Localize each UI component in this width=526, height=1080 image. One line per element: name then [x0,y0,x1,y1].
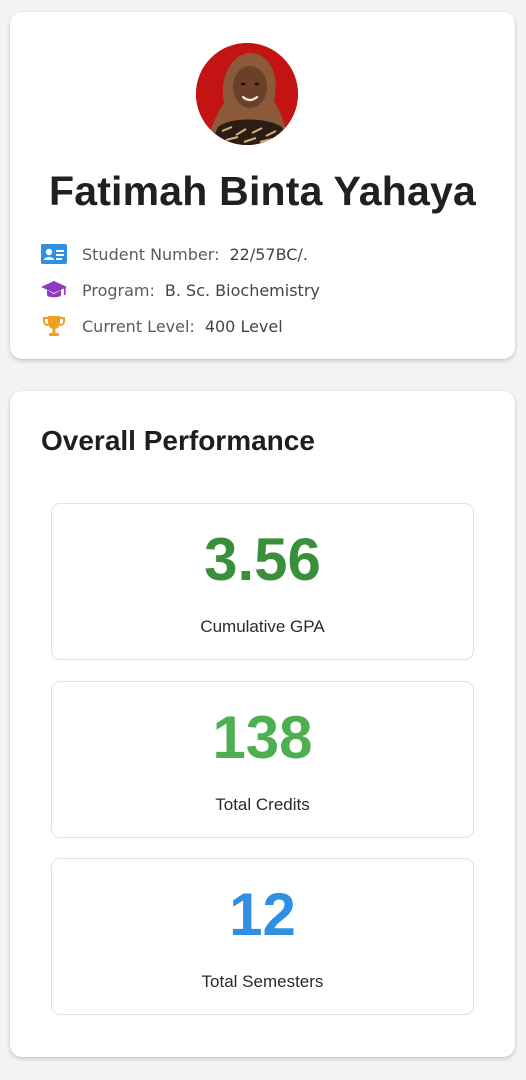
credits-value: 138 [212,704,313,771]
student-number-row: Student Number: 22/57BC/. [40,241,308,267]
avatar-photo [196,43,298,145]
current-level-value: 400 Level [204,316,283,336]
graduation-cap-icon [40,278,68,302]
current-level-label: Current Level: [82,316,195,336]
current-level-row: Current Level: 400 Level [40,313,283,339]
profile-card: Fatimah Binta Yahaya Student Number: 22/… [10,12,515,359]
student-number-label: Student Number: [82,244,220,264]
gpa-stat-card: 3.56 Cumulative GPA [51,503,474,660]
semesters-value: 12 [229,881,296,948]
gpa-label: Cumulative GPA [200,617,325,636]
program-row: Program: B. Sc. Biochemistry [40,277,320,303]
student-name: Fatimah Binta Yahaya [48,168,477,214]
program-value: B. Sc. Biochemistry [164,280,320,300]
gpa-value: 3.56 [204,526,321,593]
credits-stat-card: 138 Total Credits [51,681,474,838]
performance-title: Overall Performance [41,425,315,456]
trophy-icon [40,314,68,338]
semesters-label: Total Semesters [201,972,324,991]
semesters-stat-card: 12 Total Semesters [51,858,474,1015]
id-card-icon [40,242,68,266]
credits-label: Total Credits [215,795,310,814]
program-label: Program: [82,280,155,300]
performance-card: Overall Performance 3.56 Cumulative GPA … [10,391,515,1057]
avatar[interactable] [196,43,298,145]
student-number-value: 22/57BC/. [229,244,308,264]
